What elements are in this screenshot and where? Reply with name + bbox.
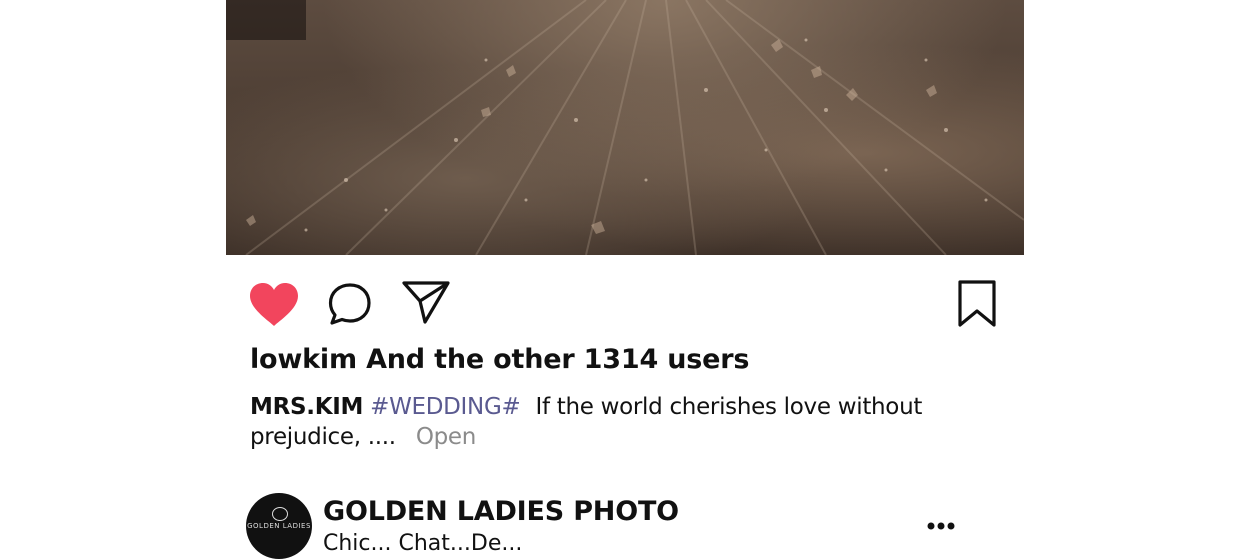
comment-bubble-icon[interactable] <box>327 282 373 328</box>
avatar[interactable]: GOLDEN LADIES <box>246 493 312 559</box>
caption-author[interactable]: MRS.KIM <box>250 394 363 420</box>
avatar-logo-text: GOLDEN LADIES <box>247 522 311 530</box>
caption-text-line1: If the world cherishes love without <box>535 394 923 420</box>
account-subtitle: Chic... Chat...De... <box>323 531 523 556</box>
caption-hashtag[interactable]: #WEDDING# <box>370 394 521 420</box>
dress-texture <box>226 0 1024 255</box>
avatar-logo-mark <box>272 507 288 521</box>
bookmark-icon[interactable] <box>957 280 997 328</box>
post-caption: MRS.KIM #WEDDING# If the world cherishes… <box>250 392 950 452</box>
post-image[interactable] <box>226 0 1024 255</box>
send-icon[interactable] <box>401 280 451 326</box>
more-dots-icon[interactable] <box>926 515 956 535</box>
heart-icon[interactable] <box>248 282 300 328</box>
caption-text-line2: prejudice, .... <box>250 424 396 450</box>
caption-open-link[interactable]: Open <box>416 424 477 450</box>
account-name[interactable]: GOLDEN LADIES PHOTO <box>323 496 679 527</box>
likes-summary[interactable]: lowkim And the other 1314 users <box>250 344 749 375</box>
